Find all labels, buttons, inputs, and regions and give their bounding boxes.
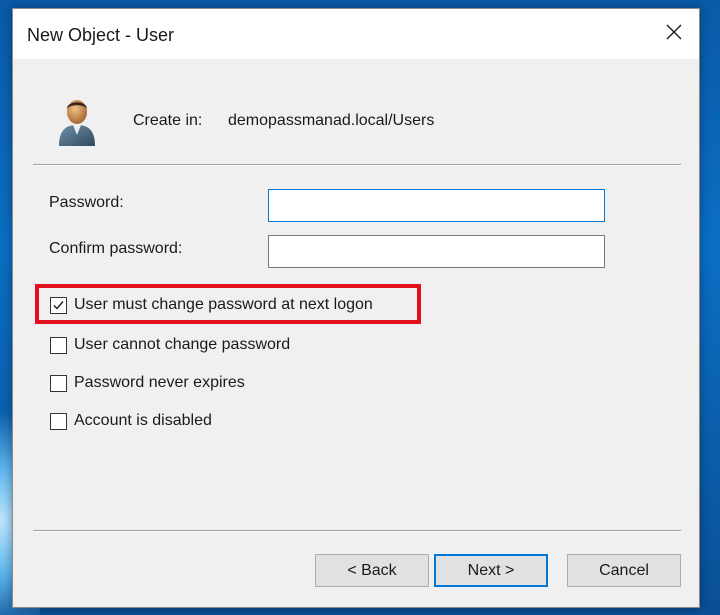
create-in-label: Create in: <box>133 112 203 129</box>
back-button[interactable]: < Back <box>315 554 429 587</box>
option-account-disabled[interactable]: Account is disabled <box>50 412 212 430</box>
close-button[interactable] <box>649 9 699 59</box>
cancel-button[interactable]: Cancel <box>567 554 681 587</box>
option-cannot-change-password[interactable]: User cannot change password <box>50 336 290 354</box>
title-bar: New Object - User <box>13 9 699 59</box>
create-in-path: demopassmanad.local/Users <box>228 112 435 129</box>
next-button[interactable]: Next > <box>434 554 548 587</box>
top-separator <box>33 164 681 166</box>
option-label: User must change password at next logon <box>74 296 373 313</box>
confirm-password-label: Confirm password: <box>49 240 183 257</box>
option-label: Password never expires <box>74 374 245 391</box>
confirm-password-input[interactable] <box>268 235 605 268</box>
checkbox-password-never-expires[interactable] <box>50 374 67 392</box>
user-icon <box>55 95 99 147</box>
checkbox-cannot-change-password[interactable] <box>50 336 67 354</box>
password-label: Password: <box>49 194 124 211</box>
window-title: New Object - User <box>27 25 175 45</box>
option-label: User cannot change password <box>74 336 291 353</box>
password-input[interactable] <box>268 189 605 222</box>
checkmark-icon <box>53 300 64 310</box>
checkbox-must-change-password[interactable] <box>50 296 67 314</box>
option-password-never-expires[interactable]: Password never expires <box>50 374 245 392</box>
close-icon <box>665 23 683 46</box>
checkbox-account-disabled[interactable] <box>50 412 67 430</box>
option-label: Account is disabled <box>74 412 212 429</box>
new-object-user-dialog: New Object - User Create in: demopassman… <box>12 8 700 608</box>
option-must-change-password[interactable]: User must change password at next logon <box>50 296 373 314</box>
bottom-separator <box>33 530 681 532</box>
